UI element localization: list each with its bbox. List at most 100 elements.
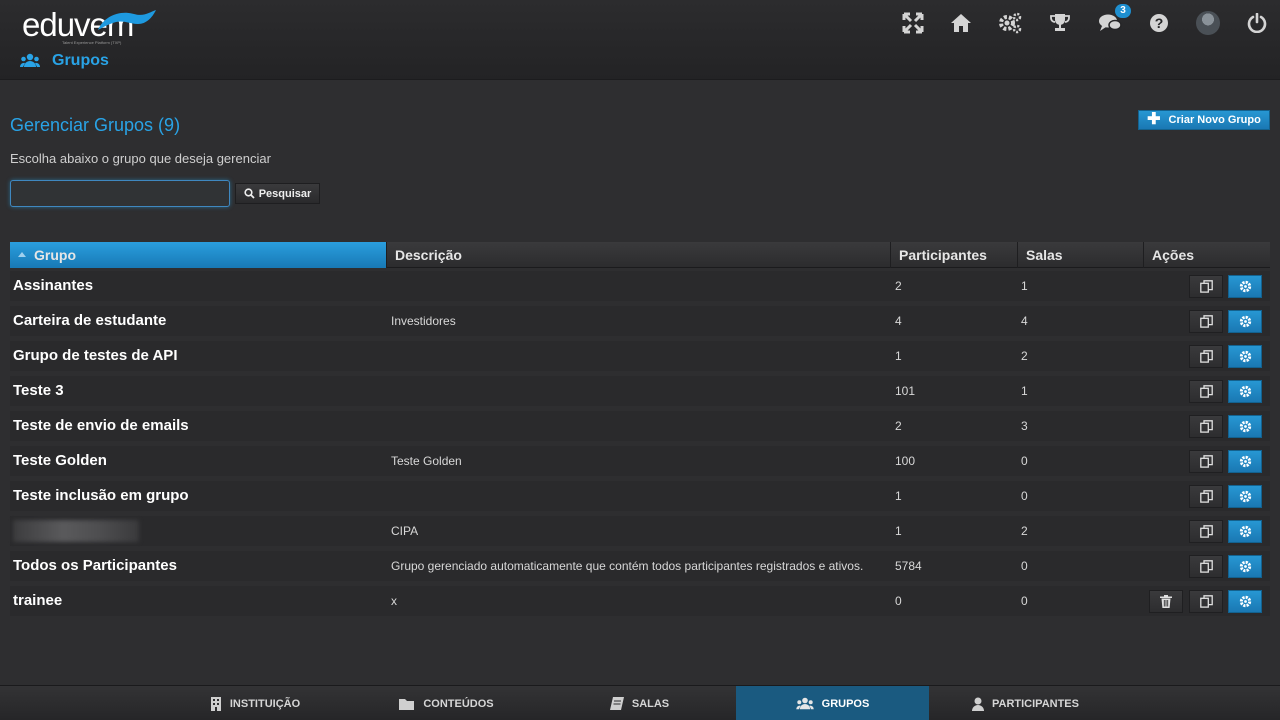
gear-icon: [1239, 420, 1251, 433]
copy-icon: [1199, 350, 1213, 363]
trophy-icon[interactable]: [1047, 10, 1073, 36]
help-icon[interactable]: ?: [1146, 10, 1172, 36]
group-name[interactable]: Assinantes: [13, 271, 93, 301]
gear-icon: [1239, 595, 1251, 608]
settings-button[interactable]: [1228, 485, 1262, 508]
search-icon: [244, 188, 255, 199]
row-background: [10, 446, 1270, 476]
group-participants: 1: [895, 524, 902, 538]
column-header-descricao[interactable]: Descrição: [387, 242, 891, 268]
duplicate-button[interactable]: [1189, 415, 1223, 438]
column-header-participantes[interactable]: Participantes: [891, 242, 1018, 268]
search-input[interactable]: [10, 180, 230, 207]
row-background: [10, 376, 1270, 406]
duplicate-button[interactable]: [1189, 485, 1223, 508]
group-name[interactable]: Grupo de testes de API: [13, 341, 177, 371]
settings-button[interactable]: [1228, 555, 1262, 578]
group-name[interactable]: Carteira de estudante: [13, 306, 166, 336]
settings-button[interactable]: [1228, 345, 1262, 368]
group-name[interactable]: Teste inclusão em grupo: [13, 481, 189, 511]
table-row[interactable]: Todos os Participantes Grupo gerenciado a…: [10, 548, 1270, 583]
gear-icon: [1239, 560, 1251, 573]
nav-participantes[interactable]: PARTICIPANTES: [929, 686, 1122, 720]
settings-button[interactable]: [1228, 450, 1262, 473]
duplicate-button[interactable]: [1189, 590, 1223, 613]
row-background: [10, 481, 1270, 511]
group-participants: 2: [895, 279, 902, 293]
settings-icon[interactable]: [997, 10, 1023, 36]
copy-icon: [1199, 385, 1213, 398]
nav-instituicao[interactable]: INSTITUIÇÃO: [160, 686, 350, 720]
create-group-label: Criar Novo Grupo: [1168, 114, 1261, 126]
column-header-grupo[interactable]: Grupo: [10, 242, 387, 268]
power-icon[interactable]: [1244, 10, 1270, 36]
table-row[interactable]: Assinantes 2 1: [10, 268, 1270, 303]
group-name[interactable]: trainee: [13, 586, 62, 616]
group-name[interactable]: Teste 3: [13, 376, 64, 406]
nav-label: INSTITUIÇÃO: [229, 697, 301, 710]
users-icon: [795, 697, 814, 709]
settings-button[interactable]: [1228, 415, 1262, 438]
groups-table: Grupo Descrição Participantes Salas Açõe…: [10, 242, 1270, 618]
duplicate-button[interactable]: [1189, 275, 1223, 298]
duplicate-button[interactable]: [1189, 450, 1223, 473]
group-description: CIPA: [391, 524, 419, 538]
chat-icon[interactable]: 3: [1097, 4, 1131, 36]
nav-salas[interactable]: SALAS: [543, 686, 736, 720]
nav-conteudos[interactable]: CONTEÚDOS: [350, 686, 543, 720]
search-button[interactable]: Pesquisar: [235, 183, 320, 204]
notifications-badge: 3: [1115, 4, 1131, 18]
trash-icon: [1160, 595, 1172, 608]
eduvem-logo[interactable]: eduvem Talent Experience Platform (TXP): [22, 4, 156, 45]
table-row[interactable]: Teste 3 101 1: [10, 373, 1270, 408]
row-background: [10, 271, 1270, 301]
settings-button[interactable]: [1228, 275, 1262, 298]
nav-grupos[interactable]: GRUPOS: [736, 686, 929, 720]
fullscreen-icon[interactable]: [900, 10, 926, 36]
settings-button[interactable]: [1228, 380, 1262, 403]
avatar: [1196, 11, 1220, 35]
table-header: Grupo Descrição Participantes Salas Açõe…: [10, 242, 1270, 268]
sort-asc-icon: [18, 252, 26, 257]
table-body: Assinantes 2 1 Carteira de estudante Investi…: [10, 268, 1270, 618]
home-icon[interactable]: [948, 10, 974, 36]
settings-button[interactable]: [1228, 590, 1262, 613]
group-rooms: 0: [1021, 489, 1028, 503]
group-rooms: 0: [1021, 559, 1028, 573]
duplicate-button[interactable]: [1189, 380, 1223, 403]
settings-button[interactable]: [1228, 520, 1262, 543]
table-row[interactable]: trainee x 0 0: [10, 583, 1270, 618]
group-name[interactable]: Teste de envio de emails: [13, 411, 189, 441]
copy-icon: [1199, 315, 1213, 328]
group-participants: 100: [895, 454, 916, 468]
table-row[interactable]: CIPA 1 2: [10, 513, 1270, 548]
table-row[interactable]: Teste de envio de emails 2 3: [10, 408, 1270, 443]
gear-icon: [1239, 280, 1251, 293]
table-row[interactable]: Grupo de testes de API 1 2: [10, 338, 1270, 373]
page-header: Grupos: [20, 52, 109, 70]
group-rooms: 3: [1021, 419, 1028, 433]
group-name-blurred[interactable]: [13, 520, 139, 542]
table-row[interactable]: Carteira de estudante Investidores 4 4: [10, 303, 1270, 338]
group-participants: 1: [895, 489, 902, 503]
column-header-salas[interactable]: Salas: [1018, 242, 1144, 268]
duplicate-button[interactable]: [1189, 345, 1223, 368]
main-heading: Gerenciar Grupos (9): [10, 115, 181, 135]
group-name[interactable]: Todos os Participantes: [13, 551, 177, 581]
table-row[interactable]: Teste inclusão em grupo 1 0: [10, 478, 1270, 513]
column-label: Ações: [1152, 247, 1195, 263]
duplicate-button[interactable]: [1189, 520, 1223, 543]
copy-icon: [1199, 280, 1213, 293]
group-rooms: 4: [1021, 314, 1028, 328]
delete-button[interactable]: [1149, 590, 1183, 613]
gear-icon: [1239, 315, 1251, 328]
duplicate-button[interactable]: [1189, 310, 1223, 333]
user-avatar[interactable]: [1195, 10, 1221, 36]
table-row[interactable]: Teste Golden Teste Golden 100 0: [10, 443, 1270, 478]
group-name[interactable]: Teste Golden: [13, 446, 107, 476]
duplicate-button[interactable]: [1189, 555, 1223, 578]
create-group-button[interactable]: ✚ Criar Novo Grupo: [1138, 110, 1270, 130]
group-rooms: 0: [1021, 454, 1028, 468]
settings-button[interactable]: [1228, 310, 1262, 333]
group-rooms: 1: [1021, 279, 1028, 293]
